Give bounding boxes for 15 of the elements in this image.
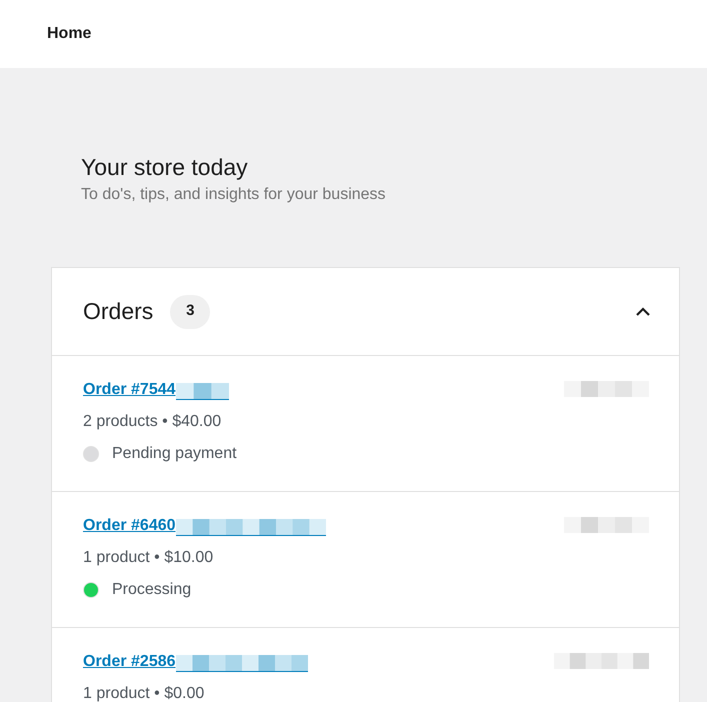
chevron-icon (635, 306, 651, 316)
count-badge: 3 (170, 294, 210, 328)
order-link[interactable]: Order #2586 (83, 650, 176, 674)
section-subtitle: To do's, tips, and insights for your business (81, 185, 387, 205)
order-link[interactable]: Order #7544 (83, 378, 176, 402)
order-status: Processing (112, 580, 192, 600)
order-status: Pending payment (112, 444, 237, 464)
order-link[interactable]: Order #6460 (83, 514, 176, 538)
redacted-name-drawing (176, 383, 229, 399)
order-summary: 1 product • $0.00 (83, 684, 206, 702)
order-summary: 2 products • $40.00 (83, 412, 222, 432)
card-title: Orders (83, 297, 154, 326)
page-title: Home (47, 24, 92, 44)
order-summary: 1 product • $10.00 (83, 548, 214, 568)
section-title: Your store today (81, 153, 249, 182)
